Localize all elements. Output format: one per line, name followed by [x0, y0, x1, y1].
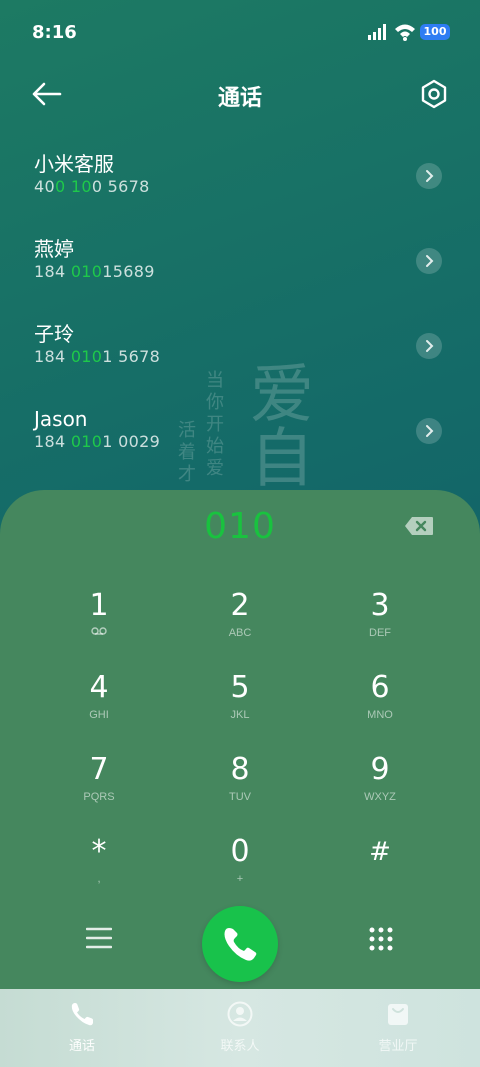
contact-details-button[interactable] [416, 163, 442, 189]
key-8[interactable]: 8 TUV [170, 750, 310, 826]
key-digit: 9 [370, 752, 390, 787]
settings-button[interactable] [418, 78, 450, 110]
contact-details-button[interactable] [416, 333, 442, 359]
battery-indicator: 100 [420, 24, 450, 40]
call-button[interactable] [202, 906, 278, 982]
dialpad-icon [369, 927, 393, 951]
contact-number: 184 0101 0029 [34, 432, 161, 451]
key-5[interactable]: 5 JKL [170, 668, 310, 744]
key-letters: TUV [229, 791, 251, 803]
chevron-right-icon [426, 170, 434, 182]
menu-button[interactable] [85, 926, 113, 950]
key-2[interactable]: 2 ABC [170, 586, 310, 662]
status-bar: 8:16 100 [0, 0, 480, 64]
gear-icon [421, 79, 447, 109]
key-letters: JKL [230, 709, 250, 721]
list-item[interactable]: 小米客服 400 100 5678 [0, 133, 480, 218]
key-digit: 8 [230, 752, 250, 787]
bottom-tab-bar: 通话 联系人 营业厅 [0, 989, 480, 1067]
key-digit: 3 [370, 588, 390, 623]
status-time: 8:16 [32, 22, 77, 43]
chevron-right-icon [426, 340, 434, 352]
phone-icon [224, 928, 257, 961]
key-digit: 2 [230, 588, 250, 623]
chevron-right-icon [426, 255, 434, 267]
contact-details-button[interactable] [416, 418, 442, 444]
contact-number: 184 01015689 [34, 262, 155, 281]
contact-number: 400 100 5678 [34, 177, 150, 196]
contact-number: 184 0101 5678 [34, 347, 161, 366]
header: 通话 [0, 64, 480, 124]
key-digit: 7 [89, 752, 109, 787]
chevron-right-icon [426, 425, 434, 437]
contact-name: Jason [34, 407, 88, 431]
page-title: 通话 [217, 86, 262, 111]
key-1[interactable]: 1 [29, 586, 169, 662]
wifi-icon [395, 24, 415, 41]
tab-service-hall[interactable]: 营业厅 [348, 1001, 448, 1061]
key-letters: , [97, 873, 101, 885]
key-9[interactable]: 9 WXYZ [310, 750, 450, 826]
backspace-button[interactable] [404, 516, 434, 536]
person-icon [227, 1001, 253, 1027]
contact-name: 子玲 [34, 322, 74, 346]
key-digit: * [91, 834, 107, 869]
key-hash[interactable]: # [310, 832, 450, 908]
tab-contacts[interactable]: 联系人 [190, 1001, 290, 1061]
contact-name: 小米客服 [34, 152, 114, 176]
tab-label: 通话 [68, 1039, 95, 1054]
key-letters: WXYZ [364, 791, 396, 803]
key-digit: 1 [89, 588, 109, 623]
phone-icon [71, 1003, 93, 1026]
list-item[interactable]: Jason 184 0101 0029 [0, 388, 480, 473]
signal-icon [368, 24, 386, 40]
bag-icon [388, 1004, 408, 1025]
key-7[interactable]: 7 PQRS [29, 750, 169, 826]
status-icons: 100 [368, 22, 450, 44]
key-digit: 6 [370, 670, 390, 705]
key-star[interactable]: * , [29, 832, 169, 908]
key-digit: 5 [230, 670, 250, 705]
contact-details-button[interactable] [416, 248, 442, 274]
dial-pad-panel: 010 1 2 ABC 3 DEF 4 GHI 5 JKL 6 MNO 7 PQ… [0, 490, 480, 990]
tab-label: 联系人 [220, 1039, 260, 1054]
key-letters: DEF [369, 627, 391, 639]
list-item[interactable]: 燕婷 184 01015689 [0, 218, 480, 303]
key-letters: + [236, 873, 244, 885]
contact-list: 小米客服 400 100 5678 燕婷 184 01015689 子玲 184… [0, 133, 480, 473]
key-3[interactable]: 3 DEF [310, 586, 450, 662]
menu-icon [85, 927, 113, 949]
key-4[interactable]: 4 GHI [29, 668, 169, 744]
tab-label: 营业厅 [378, 1039, 418, 1054]
key-letters [310, 872, 450, 886]
key-letters: ABC [228, 627, 252, 639]
key-digit: 4 [89, 670, 109, 705]
key-digit: 0 [230, 834, 250, 869]
voicemail-icon [29, 626, 169, 640]
tab-calls[interactable]: 通话 [32, 1001, 132, 1061]
key-letters: GHI [89, 709, 109, 721]
backspace-icon [405, 517, 433, 535]
list-item[interactable]: 子玲 184 0101 5678 [0, 303, 480, 388]
key-6[interactable]: 6 MNO [310, 668, 450, 744]
contact-name: 燕婷 [34, 237, 74, 261]
dialpad-toggle-button[interactable] [368, 926, 394, 952]
key-letters: MNO [367, 709, 393, 721]
key-letters: PQRS [83, 791, 115, 803]
key-0[interactable]: 0 + [170, 832, 310, 908]
key-digit: # [369, 837, 391, 867]
